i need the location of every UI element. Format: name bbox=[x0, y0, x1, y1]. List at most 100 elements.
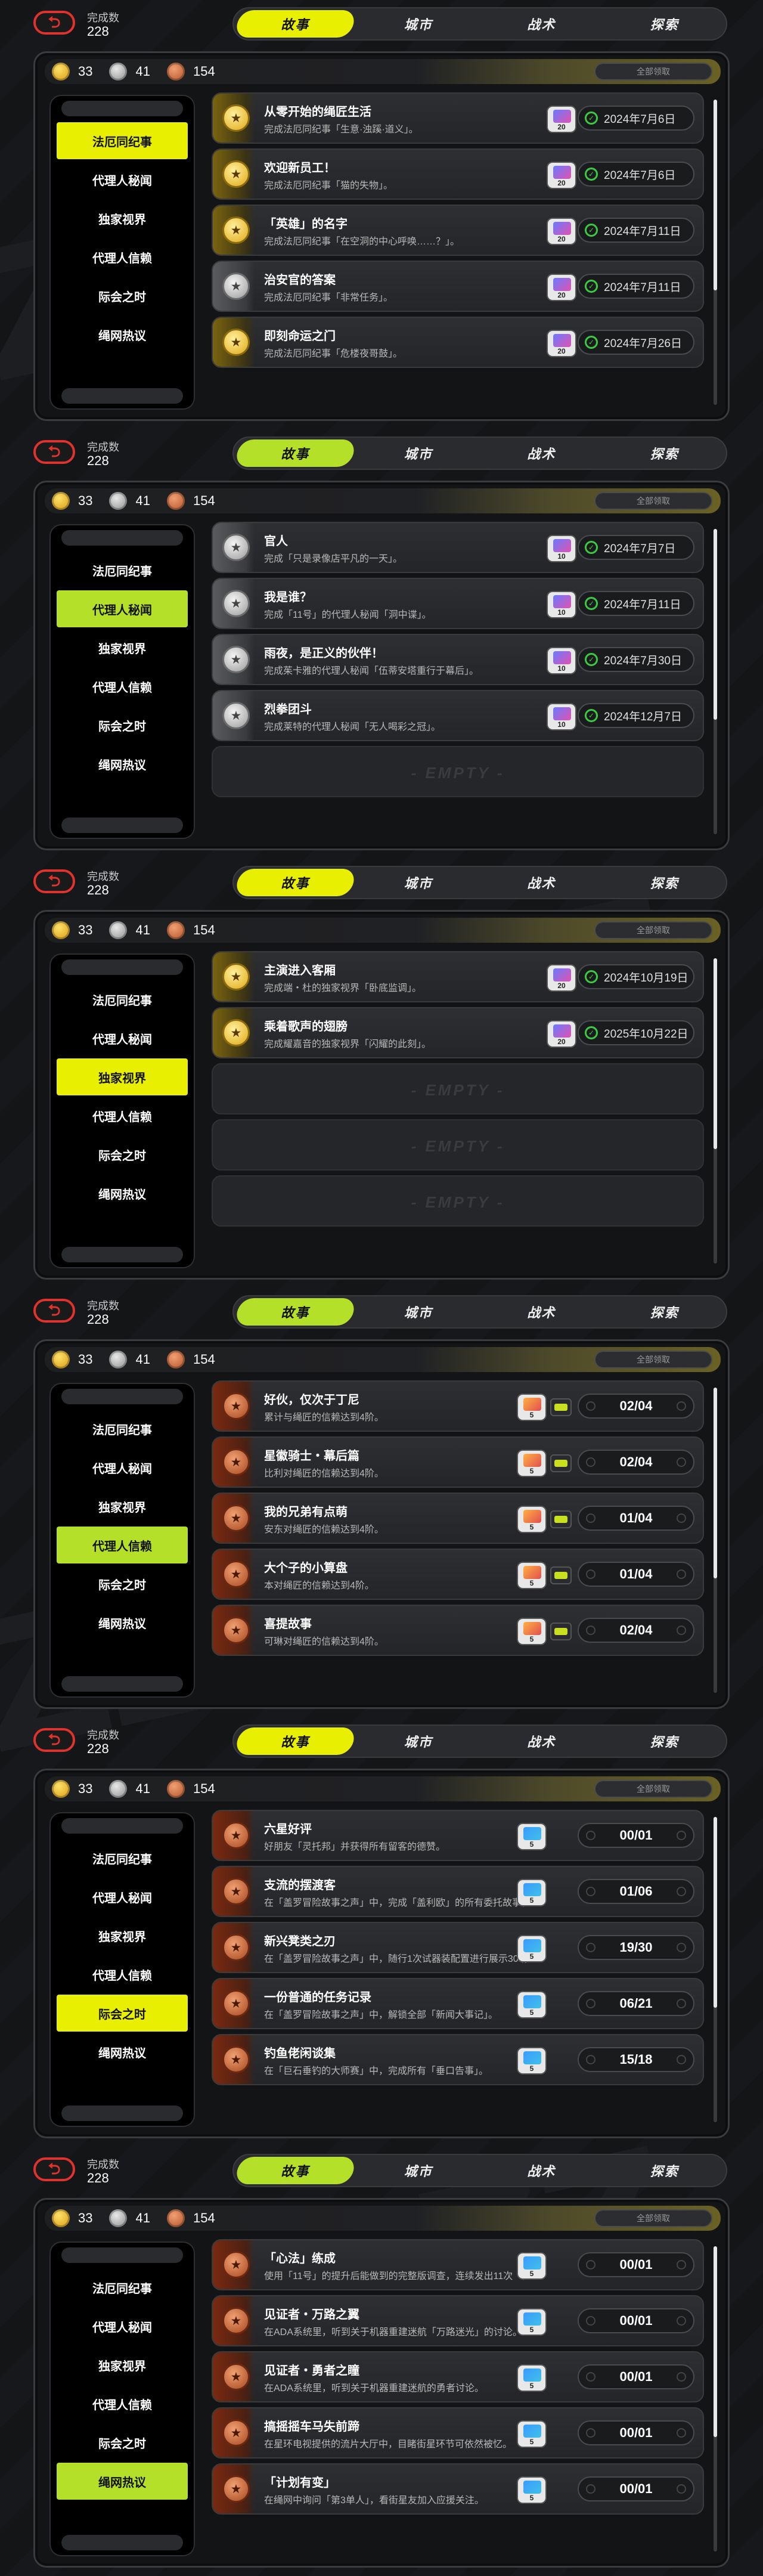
sidebar-item-inknet-buzz[interactable]: 绳网热议 bbox=[57, 2463, 188, 2500]
sidebar-item-phaethon-chronicle[interactable]: 法厄同纪事 bbox=[57, 1410, 188, 1447]
achievement-row[interactable]: ★ 喜提故事 可琳对绳匠的信赖达到4阶。 5 02/04 bbox=[212, 1605, 704, 1656]
tab-story[interactable]: 故事 bbox=[234, 438, 357, 469]
tab-city[interactable]: 城市 bbox=[357, 2155, 480, 2186]
sidebar-item-inknet-buzz[interactable]: 绳网热议 bbox=[57, 745, 188, 782]
claim-all-button[interactable]: 全部领取 bbox=[594, 1351, 712, 1368]
achievement-row[interactable]: ★ 钓鱼佬闲谈集 在「巨石垂钓的大师赛」中，完成所有「垂口告事」。 5 15/18 bbox=[212, 2034, 704, 2085]
scrollbar-thumb[interactable] bbox=[714, 1817, 717, 2008]
back-button[interactable]: ⮌ bbox=[33, 2157, 75, 2181]
tab-tactics[interactable]: 战术 bbox=[480, 438, 603, 469]
list-scrollbar[interactable] bbox=[714, 529, 717, 834]
tab-tactics[interactable]: 战术 bbox=[480, 867, 603, 898]
sidebar-item-agent-trust[interactable]: 代理人信赖 bbox=[57, 239, 188, 275]
sidebar-item-agent-secrets[interactable]: 代理人秘闻 bbox=[57, 161, 188, 198]
tab-tactics[interactable]: 战术 bbox=[480, 8, 603, 39]
tab-tactics[interactable]: 战术 bbox=[480, 2155, 603, 2186]
list-scrollbar[interactable] bbox=[714, 958, 717, 1264]
claim-all-button[interactable]: 全部领取 bbox=[594, 492, 712, 510]
achievement-row[interactable]: ★ 大个子的小算盘 本对绳匠的信赖达到4阶。 5 01/04 bbox=[212, 1549, 704, 1600]
sidebar-scroll-down[interactable] bbox=[61, 388, 183, 404]
sidebar-item-agent-secrets[interactable]: 代理人秘闻 bbox=[57, 1878, 188, 1915]
sidebar-item-agent-secrets[interactable]: 代理人秘闻 bbox=[57, 2308, 188, 2345]
tab-story[interactable]: 故事 bbox=[234, 1296, 357, 1327]
sidebar-scroll-up[interactable] bbox=[61, 2247, 183, 2263]
sidebar-item-exclusive-vision[interactable]: 独家视界 bbox=[57, 2346, 188, 2383]
sidebar-item-agent-trust[interactable]: 代理人信赖 bbox=[57, 1956, 188, 1993]
achievement-row[interactable]: ★ 「心法」练成使用「11号」的提升后能做到的完整版调查，连续发出11次「火力输出… bbox=[212, 2239, 704, 2290]
sidebar-scroll-up[interactable] bbox=[61, 959, 183, 975]
tab-explore[interactable]: 探索 bbox=[603, 1296, 727, 1327]
sidebar-item-exclusive-vision[interactable]: 独家视界 bbox=[57, 1058, 188, 1095]
sidebar-scroll-down[interactable] bbox=[61, 1676, 183, 1692]
scrollbar-thumb[interactable] bbox=[714, 2246, 717, 2437]
achievement-row[interactable]: ★ 见证者・万路之翼 在ADA系统里，听到关于机器重建迷航「万路迷光」的讨论。 5 00… bbox=[212, 2295, 704, 2346]
tab-tactics[interactable]: 战术 bbox=[480, 1726, 603, 1757]
tab-story[interactable]: 故事 bbox=[234, 1726, 357, 1757]
sidebar-item-agent-trust[interactable]: 代理人信赖 bbox=[57, 668, 188, 705]
scrollbar-thumb[interactable] bbox=[714, 1388, 717, 1578]
sidebar-item-exclusive-vision[interactable]: 独家视界 bbox=[57, 1917, 188, 1954]
sidebar-item-exclusive-vision[interactable]: 独家视界 bbox=[57, 629, 188, 666]
tab-city[interactable]: 城市 bbox=[357, 1296, 480, 1327]
achievement-row[interactable]: ★ 主演进入客厢 完成端・杜的独家视界「卧底监调」。 20 ✓ 2024年10月19日 bbox=[212, 951, 704, 1002]
sidebar-item-phaethon-chronicle[interactable]: 法厄同纪事 bbox=[57, 122, 188, 159]
tab-city[interactable]: 城市 bbox=[357, 1726, 480, 1757]
sidebar-item-agent-trust[interactable]: 代理人信赖 bbox=[57, 2385, 188, 2422]
achievement-row[interactable]: ★ 六星好评 好朋友「灵托邦」并获得所有留客的德赞。 5 00/01 bbox=[212, 1810, 704, 1861]
list-scrollbar[interactable] bbox=[714, 1388, 717, 1693]
sidebar-item-encounter[interactable]: 际会之时 bbox=[57, 707, 188, 744]
tab-story[interactable]: 故事 bbox=[234, 8, 357, 39]
scrollbar-thumb[interactable] bbox=[714, 529, 717, 720]
sidebar-item-encounter[interactable]: 际会之时 bbox=[57, 277, 188, 314]
tab-story[interactable]: 故事 bbox=[234, 867, 357, 898]
sidebar-scroll-down[interactable] bbox=[61, 2106, 183, 2121]
back-button[interactable]: ⮌ bbox=[33, 11, 75, 35]
achievement-row[interactable]: ★ 支流的摆渡客 在「盖罗冒险故事之声」中，完成「盖利欧」的所有委托故事。 5 01/0… bbox=[212, 1866, 704, 1917]
scrollbar-thumb[interactable] bbox=[714, 100, 717, 290]
back-button[interactable]: ⮌ bbox=[33, 1299, 75, 1323]
sidebar-item-encounter[interactable]: 际会之时 bbox=[57, 2424, 188, 2461]
claim-all-button[interactable]: 全部领取 bbox=[594, 2209, 712, 2227]
achievement-row[interactable]: ★ 即刻命运之门 完成法厄同纪事「危楼夜哥鼓」。 20 ✓ 2024年7月26日 bbox=[212, 317, 704, 368]
achievement-row[interactable]: ★ 好伙，仅次于丁尼 累计与绳匠的信赖达到4阶。 5 02/04 bbox=[212, 1380, 704, 1432]
tab-explore[interactable]: 探索 bbox=[603, 867, 727, 898]
achievement-row[interactable]: ★ 见证者・勇者之瞳 在ADA系统里，听到关于机器重建迷航的勇者讨论。 5 00/01 bbox=[212, 2351, 704, 2402]
achievement-row[interactable]: ★ 星徽骑士・幕后篇 比利对绳匠的信赖达到4阶。 5 02/04 bbox=[212, 1436, 704, 1488]
sidebar-item-inknet-buzz[interactable]: 绳网热议 bbox=[57, 2033, 188, 2070]
tab-city[interactable]: 城市 bbox=[357, 867, 480, 898]
tab-explore[interactable]: 探索 bbox=[603, 2155, 727, 2186]
achievement-row[interactable]: ★ 乘着歌声的翅膀 完成耀嘉音的独家视界「闪耀的此刻」。 20 ✓ 2025年10月22日 bbox=[212, 1007, 704, 1058]
achievement-row[interactable]: ★ 官人 完成「只是录像店平凡的一天」。 10 ✓ 2024年7月7日 bbox=[212, 522, 704, 573]
achievement-row[interactable]: ★ 我是谁？ 完成「11号」的代理人秘闻「洞中谍」。 10 ✓ 2024年7月11日 bbox=[212, 578, 704, 629]
sidebar-item-phaethon-chronicle[interactable]: 法厄同纪事 bbox=[57, 1840, 188, 1877]
achievement-row[interactable]: ★ 「英雄」的名字 完成法厄同纪事「在空洞的中心呼唤……？」。 20 ✓ 2024年7月1… bbox=[212, 205, 704, 256]
sidebar-item-encounter[interactable]: 际会之时 bbox=[57, 1995, 188, 2032]
sidebar-item-inknet-buzz[interactable]: 绳网热议 bbox=[57, 1604, 188, 1641]
claim-all-button[interactable]: 全部领取 bbox=[594, 921, 712, 939]
list-scrollbar[interactable] bbox=[714, 2246, 717, 2552]
sidebar-item-agent-secrets[interactable]: 代理人秘闻 bbox=[57, 1449, 188, 1486]
sidebar-scroll-up[interactable] bbox=[61, 101, 183, 116]
achievement-row[interactable]: ★ 「计划有变」 在绳网中询问「第3单人」，看街星友加入应援关注。 5 00/01 bbox=[212, 2463, 704, 2515]
claim-all-button[interactable]: 全部领取 bbox=[594, 63, 712, 80]
list-scrollbar[interactable] bbox=[714, 1817, 717, 2122]
tab-explore[interactable]: 探索 bbox=[603, 438, 727, 469]
achievement-row[interactable]: ★ 搞摇摇车马失前蹄 在星环电视提供的流片大厅中，目睹街星环节可依然被忆。 5 00/0… bbox=[212, 2407, 704, 2459]
list-scrollbar[interactable] bbox=[714, 100, 717, 405]
tab-explore[interactable]: 探索 bbox=[603, 8, 727, 39]
achievement-row[interactable]: ★ 我的兄弟有点萌 安东对绳匠的信赖达到4阶。 5 01/04 bbox=[212, 1493, 704, 1544]
achievement-row[interactable]: ★ 新兴凳类之刃 在「盖罗冒险故事之声」中，随行1次试器装配置进行展示30场。 5 19… bbox=[212, 1922, 704, 1973]
achievement-row[interactable]: ★ 一份普通的任务记录 在「盖罗冒险故事之声」中，解锁全部「新闻大事记」。 5 06/2… bbox=[212, 1978, 704, 2029]
achievement-row[interactable]: ★ 从零开始的绳匠生活 完成法厄同纪事「生意·浊蹊·道义」。 20 ✓ 2024年7月6日 bbox=[212, 92, 704, 144]
sidebar-scroll-up[interactable] bbox=[61, 1389, 183, 1404]
sidebar-item-agent-secrets[interactable]: 代理人秘闻 bbox=[57, 590, 188, 627]
sidebar-item-inknet-buzz[interactable]: 绳网热议 bbox=[57, 316, 188, 353]
back-button[interactable]: ⮌ bbox=[33, 869, 75, 893]
tab-explore[interactable]: 探索 bbox=[603, 1726, 727, 1757]
achievement-row[interactable]: ★ 欢迎新员工！ 完成法厄同纪事「猫的失物」。 20 ✓ 2024年7月6日 bbox=[212, 148, 704, 200]
sidebar-item-inknet-buzz[interactable]: 绳网热议 bbox=[57, 1175, 188, 1212]
tab-city[interactable]: 城市 bbox=[357, 438, 480, 469]
back-button[interactable]: ⮌ bbox=[33, 440, 75, 464]
achievement-row[interactable]: ★ 烈拳团斗 完成莱特的代理人秘闻「无人喝彩之冠」。 10 ✓ 2024年12月7日 bbox=[212, 690, 704, 741]
sidebar-item-agent-secrets[interactable]: 代理人秘闻 bbox=[57, 1020, 188, 1057]
